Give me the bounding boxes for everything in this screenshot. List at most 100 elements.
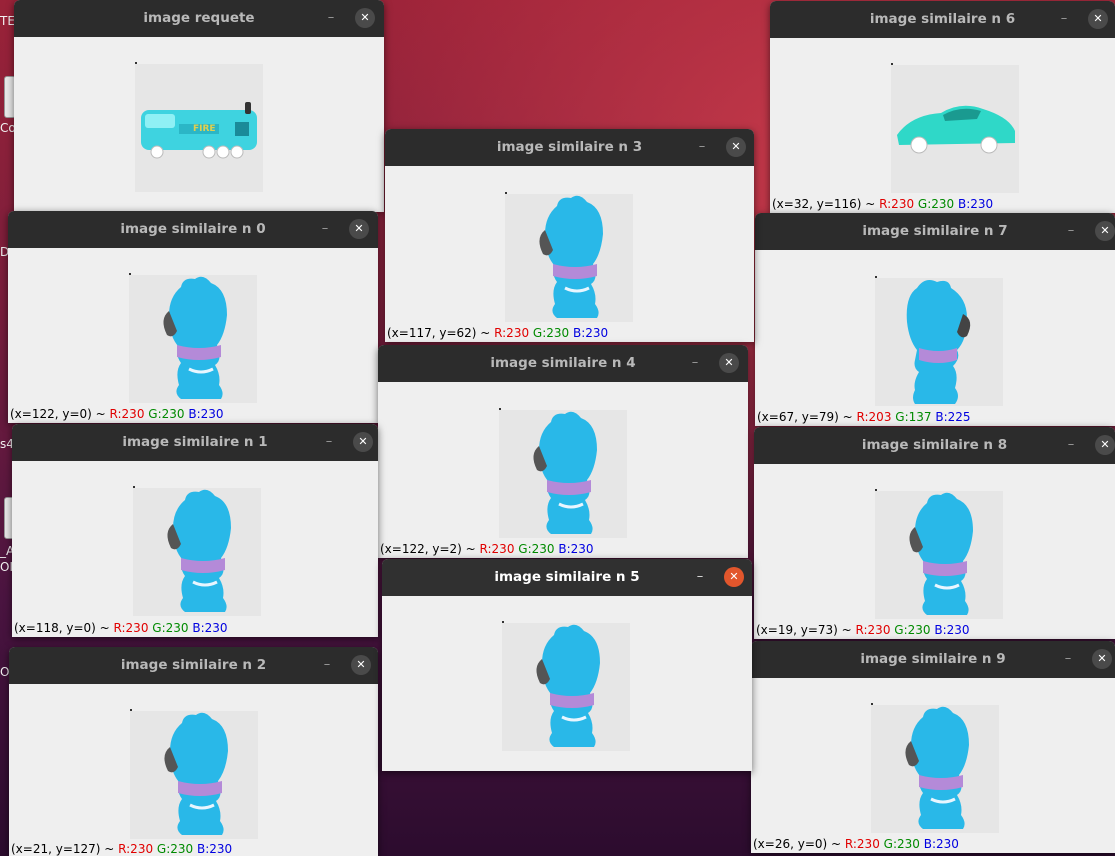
- image-canvas[interactable]: FIRE: [135, 64, 263, 192]
- window-image-similaire-1[interactable]: image similaire n 1 – ✕ (x=118, y=0) ~ R…: [12, 424, 378, 637]
- status-b-value: B:230: [923, 837, 959, 851]
- window-image-similaire-4[interactable]: image similaire n 4 – ✕ (x=122, y=2) ~ R…: [378, 345, 748, 558]
- window-title: image similaire n 7: [862, 223, 1008, 239]
- close-button[interactable]: ✕: [349, 219, 369, 239]
- window-image-similaire-8[interactable]: image similaire n 8 – ✕ (x=19, y=73) ~ R…: [754, 427, 1115, 639]
- blue-bear-toy-image: [536, 624, 600, 747]
- status-bar: (x=21, y=127) ~ R:230 G:230 B:230: [11, 842, 232, 856]
- status-coords: (x=118, y=0) ~: [14, 621, 114, 635]
- pixel-marker: [129, 273, 131, 275]
- minimize-button[interactable]: –: [1057, 12, 1071, 26]
- close-button[interactable]: ✕: [1095, 221, 1115, 241]
- window-image-similaire-0[interactable]: image similaire n 0 – ✕ (x=122, y=0) ~ R…: [8, 211, 378, 423]
- close-button[interactable]: ✕: [1088, 9, 1108, 29]
- status-b-value: B:230: [934, 623, 970, 637]
- status-b-value: B:230: [192, 621, 228, 635]
- teal-sports-car-toy-image: [897, 105, 1015, 154]
- window-titlebar[interactable]: image similaire n 0 – ✕: [8, 211, 378, 248]
- pixel-marker: [871, 703, 873, 705]
- close-button[interactable]: ✕: [355, 8, 375, 28]
- window-titlebar[interactable]: image similaire n 5 – ✕: [382, 559, 752, 596]
- blue-bear-toy-image: [533, 411, 597, 534]
- image-canvas[interactable]: [505, 194, 633, 322]
- window-image-similaire-7[interactable]: image similaire n 7 – ✕ (x=67, y=79) ~ R…: [755, 213, 1115, 426]
- minimize-button[interactable]: –: [1064, 438, 1078, 452]
- status-r-value: R:230: [879, 197, 915, 211]
- status-r-value: R:203: [856, 410, 892, 424]
- window-titlebar[interactable]: image requete – ✕: [14, 0, 384, 37]
- status-bar: (x=122, y=2) ~ R:230 G:230 B:230: [380, 542, 594, 556]
- window-image-similaire-2[interactable]: image similaire n 2 – ✕ (x=21, y=127) ~ …: [9, 647, 378, 856]
- status-b-value: B:230: [573, 326, 609, 340]
- window-titlebar[interactable]: image similaire n 6 – ✕: [770, 1, 1115, 38]
- window-title: image similaire n 8: [861, 437, 1008, 453]
- window-image-similaire-9[interactable]: image similaire n 9 – ✕ (x=26, y=0) ~ R:…: [751, 641, 1115, 853]
- status-g-value: G:137: [895, 410, 932, 424]
- window-image-similaire-5[interactable]: image similaire n 5 – ✕: [382, 559, 752, 771]
- status-bar: (x=26, y=0) ~ R:230 G:230 B:230: [753, 837, 959, 851]
- status-b-value: B:225: [935, 410, 971, 424]
- blue-bear-toy-image: [167, 489, 231, 612]
- close-button[interactable]: ✕: [351, 655, 371, 675]
- status-bar: (x=67, y=79) ~ R:203 G:137 B:225: [757, 410, 971, 424]
- image-canvas[interactable]: [129, 275, 257, 403]
- status-bar: (x=117, y=62) ~ R:230 G:230 B:230: [387, 326, 608, 340]
- status-r-value: R:230: [494, 326, 530, 340]
- close-button[interactable]: ✕: [726, 137, 746, 157]
- status-g-value: G:230: [917, 197, 955, 211]
- window-image-similaire-6[interactable]: image similaire n 6 – ✕ (x=32, y=116) ~ …: [770, 1, 1115, 213]
- image-canvas[interactable]: [875, 491, 1003, 619]
- pixel-marker: [135, 62, 137, 64]
- status-coords: (x=117, y=62) ~: [387, 326, 495, 340]
- close-button[interactable]: ✕: [353, 432, 373, 452]
- window-titlebar[interactable]: image similaire n 8 – ✕: [754, 427, 1115, 464]
- pixel-marker: [505, 192, 507, 194]
- window-titlebar[interactable]: image similaire n 4 – ✕: [378, 345, 748, 382]
- desktop-label-fragment: TE: [0, 14, 15, 28]
- status-coords: (x=67, y=79) ~: [757, 410, 857, 424]
- minimize-button[interactable]: –: [1064, 224, 1078, 238]
- window-titlebar[interactable]: image similaire n 3 – ✕: [385, 129, 754, 166]
- close-button[interactable]: ✕: [724, 567, 744, 587]
- window-image-requete[interactable]: image requete – ✕ FIRE: [14, 0, 384, 212]
- status-coords: (x=122, y=2) ~: [380, 542, 480, 556]
- status-g-value: G:230: [532, 326, 570, 340]
- status-coords: (x=32, y=116) ~: [772, 197, 880, 211]
- window-titlebar[interactable]: image similaire n 1 – ✕: [12, 424, 378, 461]
- minimize-button[interactable]: –: [322, 435, 336, 449]
- image-canvas[interactable]: [133, 488, 261, 616]
- window-titlebar[interactable]: image similaire n 9 – ✕: [751, 641, 1115, 678]
- blue-bear-toy-image: [164, 712, 228, 835]
- image-canvas[interactable]: [499, 410, 627, 538]
- image-canvas[interactable]: [502, 623, 630, 751]
- minimize-button[interactable]: –: [688, 356, 702, 370]
- status-g-value: G:230: [148, 407, 185, 421]
- pixel-marker: [130, 709, 132, 711]
- close-button[interactable]: ✕: [1092, 649, 1112, 669]
- image-canvas[interactable]: [130, 711, 258, 839]
- window-titlebar[interactable]: image similaire n 2 – ✕: [9, 647, 378, 684]
- status-coords: (x=21, y=127) ~: [11, 842, 119, 856]
- status-b-value: B:230: [558, 542, 594, 556]
- close-button[interactable]: ✕: [719, 353, 739, 373]
- image-canvas[interactable]: [891, 65, 1019, 193]
- close-button[interactable]: ✕: [1095, 435, 1115, 455]
- window-image-similaire-3[interactable]: image similaire n 3 – ✕ (x=117, y=62) ~ …: [385, 129, 754, 342]
- minimize-button[interactable]: –: [1061, 652, 1075, 666]
- image-canvas[interactable]: [875, 278, 1003, 406]
- blue-bear-toy-facing-right-image: [906, 280, 971, 404]
- minimize-button[interactable]: –: [324, 11, 338, 25]
- status-r-value: R:230: [113, 621, 149, 635]
- blue-bear-toy-image: [905, 706, 969, 829]
- minimize-button[interactable]: –: [693, 570, 707, 584]
- status-r-value: R:230: [118, 842, 154, 856]
- window-titlebar[interactable]: image similaire n 7 – ✕: [755, 213, 1115, 250]
- minimize-button[interactable]: –: [320, 658, 334, 672]
- blue-bear-toy-image: [539, 195, 603, 318]
- status-bar: (x=122, y=0) ~ R:230 G:230 B:230: [10, 407, 224, 421]
- minimize-button[interactable]: –: [318, 222, 332, 236]
- status-g-value: G:230: [152, 621, 189, 635]
- minimize-button[interactable]: –: [695, 140, 709, 154]
- status-g-value: G:230: [518, 542, 555, 556]
- image-canvas[interactable]: [871, 705, 999, 833]
